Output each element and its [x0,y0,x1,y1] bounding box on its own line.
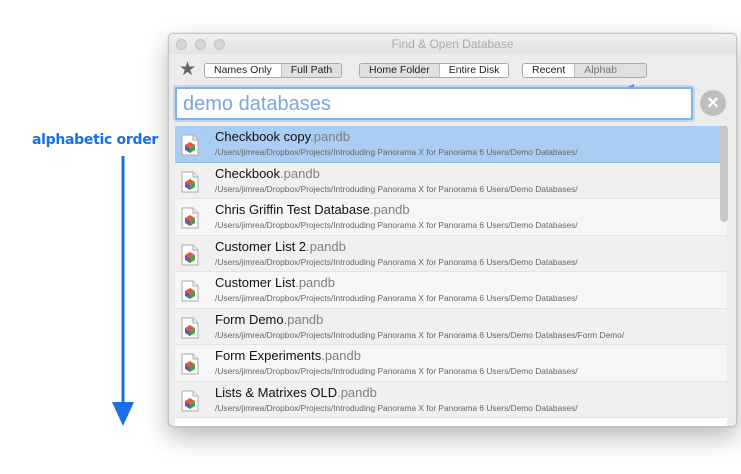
search-input[interactable]: demo databases [175,87,693,120]
file-name-base: Chris Griffin Test Database [215,202,370,217]
database-file-icon [181,353,199,375]
file-extension: .pandb [321,348,361,363]
file-extension: .pandb [306,238,346,254]
file-extension: .pandb [283,311,324,327]
file-name-base: Customer List 2 [215,238,307,254]
down-arrow-icon [112,156,134,426]
file-path: /Users/jimrea/Dropbox/Projects/Introdudi… [215,256,578,267]
file-extension: .pandb [280,165,320,181]
file-name-base: Lists & Matrixes OLD [215,384,338,400]
toolbar: ★ Names Only Full Path Home Folder Entir… [169,60,736,102]
database-file-icon [181,171,199,193]
file-path: /Users/jimrea/Dropbox/Projects/Introdudi… [215,402,578,413]
list-item[interactable]: Customer List 2.pandb/Users/jimrea/Dropb… [175,235,727,272]
database-file-icon [181,317,199,339]
title-bar: Find & Open Database [169,34,736,54]
file-name-base: Form Experiments [215,348,322,363]
file-extension: .pandb [310,129,350,144]
file-extension: .pandb [337,384,377,400]
annotation-label: alphabetic order [32,132,159,148]
file-path: /Users/jimrea/Dropbox/Projects/Introdudi… [215,293,578,303]
scrollbar[interactable] [720,126,728,222]
file-name: Lists & Matrixes OLD.pandb [215,385,377,400]
file-path: /Users/jimrea/Dropbox/Projects/Introdudi… [215,366,578,376]
file-name: Chris Griffin Test Database.pandb [215,202,410,217]
file-name: Customer List 2.pandb [215,239,346,254]
name-mode-segment: Names Only Full Path [204,63,343,78]
list-item[interactable]: Customer List.pandb/Users/jimrea/Dropbox… [175,272,727,309]
file-extension: .pandb [295,275,335,290]
list-item[interactable]: Checkbook.pandb/Users/jimrea/Dropbox/Pro… [175,162,727,199]
file-extension: .pandb [369,202,410,217]
list-item[interactable]: Form Experiments.pandb/Users/jimrea/Drop… [175,345,727,382]
file-name-base: Checkbook [215,165,281,181]
find-open-window: Find & Open Database ★ Names Only Full P… [168,33,737,427]
recent-button[interactable]: Recent [523,64,574,77]
file-name: Customer List.pandb [215,275,335,290]
scope-segment: Home Folder Entire Disk [359,63,510,78]
list-item[interactable]: Checkbook copy.pandb/Users/jimrea/Dropbo… [175,126,727,163]
file-name: Form Demo.pandb [215,312,323,327]
database-file-icon [181,390,199,412]
database-file-icon [181,134,199,156]
list-item[interactable]: Lists & Matrixes OLD.pandb/Users/jimrea/… [175,381,727,418]
results-list: Checkbook copy.pandb/Users/jimrea/Dropbo… [175,126,727,426]
file-name: Checkbook copy.pandb [215,129,350,144]
file-name-base: Customer List [215,275,296,290]
names-only-button[interactable]: Names Only [205,64,281,77]
alphabetic-button[interactable]: Alphab [574,64,646,77]
order-segment: Recent Alphab [522,63,647,78]
file-path: /Users/jimrea/Dropbox/Projects/Introdudi… [215,147,578,157]
file-name-base: Form Demo [215,311,284,327]
file-path: /Users/jimrea/Dropbox/Projects/Introdudi… [215,220,578,230]
clear-search-button[interactable]: × [700,90,726,116]
file-name-base: Checkbook copy [215,129,311,144]
window-title: Find & Open Database [391,37,514,51]
file-name: Form Experiments.pandb [215,348,361,363]
search-input-value: demo databases [183,93,331,115]
home-folder-button[interactable]: Home Folder [360,64,439,77]
list-item[interactable]: Chris Griffin Test Database.pandb/Users/… [175,199,727,236]
database-file-icon [181,244,199,266]
star-icon[interactable]: ★ [179,60,196,80]
list-item[interactable]: Form Demo.pandb/Users/jimrea/Dropbox/Pro… [175,308,727,345]
database-file-icon [181,207,199,229]
database-file-icon [181,280,199,302]
file-path: /Users/jimrea/Dropbox/Projects/Introdudi… [215,183,578,194]
file-path: /Users/jimrea/Dropbox/Projects/Introdudi… [215,329,625,340]
entire-disk-button[interactable]: Entire Disk [438,64,509,77]
full-path-button[interactable]: Full Path [280,64,342,77]
file-name: Checkbook.pandb [215,166,320,181]
